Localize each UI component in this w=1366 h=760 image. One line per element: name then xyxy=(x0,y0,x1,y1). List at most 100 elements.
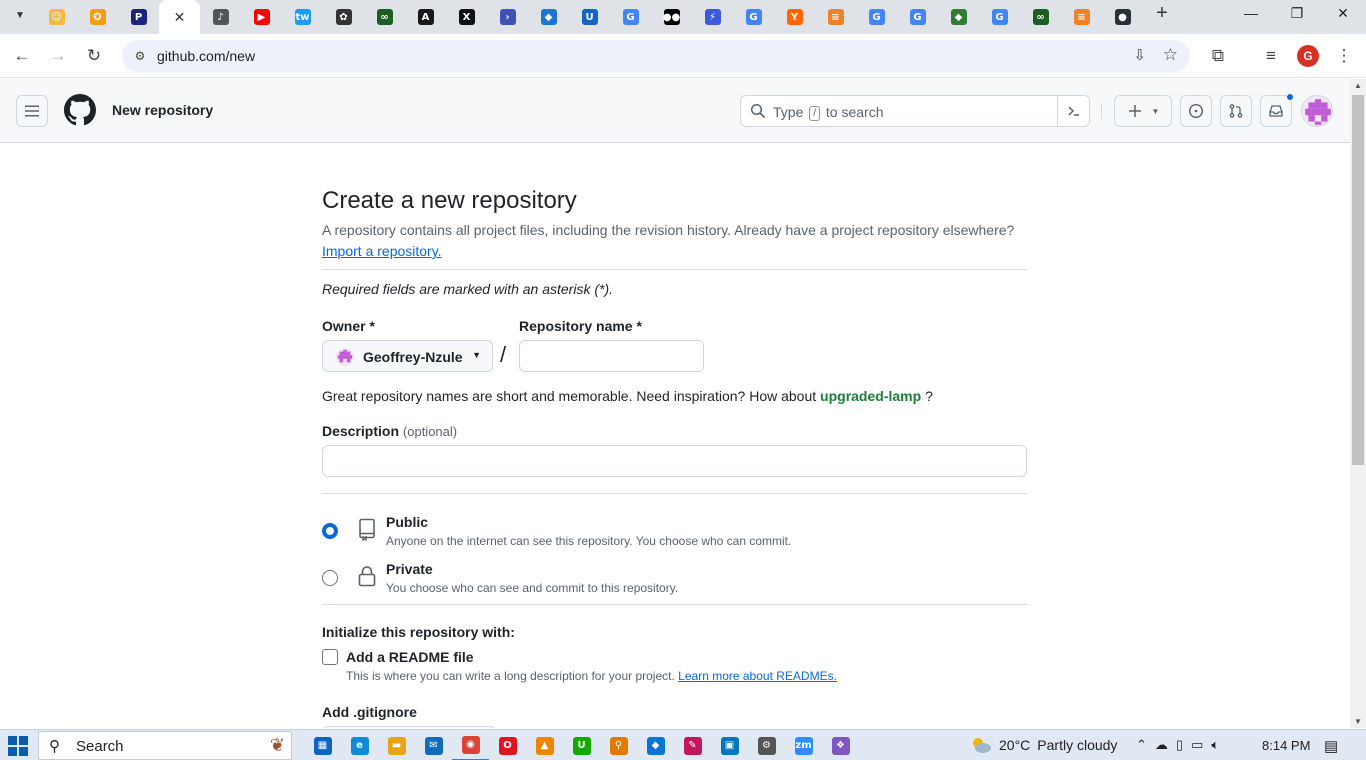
taskbar-app-opera[interactable]: O xyxy=(489,730,526,760)
github-search-input[interactable]: Type / to search xyxy=(740,95,1090,127)
cloud-sync-icon[interactable]: ☁ xyxy=(1155,737,1168,753)
issues-button[interactable] xyxy=(1180,95,1212,127)
taskbar-app-colorful[interactable]: ❖ xyxy=(822,730,859,760)
taskbar-app-edge[interactable]: e xyxy=(341,730,378,760)
tab-github-active[interactable]: ✕ xyxy=(159,0,200,34)
name-suggestion-hint: Great repository names are short and mem… xyxy=(322,388,933,404)
tab-emoji[interactable]: ☺ xyxy=(36,0,77,34)
tab-hashnode-favicon-icon: ◆ xyxy=(950,9,967,25)
close-tab-icon[interactable]: ✕ xyxy=(174,9,186,26)
tab-terminal[interactable]: › xyxy=(487,0,528,34)
close-window-icon[interactable]: ✕ xyxy=(1320,0,1366,26)
tab-x[interactable]: X xyxy=(446,0,487,34)
network-icon[interactable]: ▭ xyxy=(1191,737,1203,753)
back-arrow-icon[interactable]: ← xyxy=(8,42,36,70)
taskbar-app-settings[interactable]: ⚙ xyxy=(748,730,785,760)
tab-search-chevron-icon[interactable]: ▼ xyxy=(6,2,34,28)
tab-google-5[interactable]: G xyxy=(979,0,1020,34)
taskbar-app-zoom[interactable]: zm xyxy=(785,730,822,760)
tab-medium[interactable]: ●● xyxy=(651,0,692,34)
new-tab-plus-icon[interactable]: + xyxy=(1148,0,1176,26)
chrome-menu-icon[interactable]: ⋮ xyxy=(1330,42,1358,70)
bookmark-star-icon[interactable]: ☆ xyxy=(1163,45,1178,65)
taskbar-app-search-tool[interactable]: ⚲ xyxy=(600,730,637,760)
tab-stackoverflow-2[interactable]: ≡ xyxy=(1061,0,1102,34)
scrollbar-thumb[interactable] xyxy=(1352,95,1364,465)
tab-dark-circle[interactable]: ● xyxy=(1102,0,1143,34)
address-bar[interactable]: ⚙ github.com/new ⇩ ☆ xyxy=(122,40,1190,72)
taskbar-app-mail[interactable]: ✉ xyxy=(415,730,452,760)
tab-upwork[interactable]: U xyxy=(569,0,610,34)
learn-more-readmes-link[interactable]: Learn more about READMEs. xyxy=(678,669,837,683)
tab-stackoverflow-1[interactable]: ≡ xyxy=(815,0,856,34)
page-context-title[interactable]: New repository xyxy=(112,102,213,118)
weather-widget[interactable]: 20°C Partly cloudy xyxy=(970,736,1117,754)
tab-vscode[interactable]: ◆ xyxy=(528,0,569,34)
tab-youtube[interactable]: ▶ xyxy=(241,0,282,34)
page-scrollbar[interactable]: ▲ ▼ xyxy=(1350,79,1366,728)
tab-infinity-2[interactable]: ∞ xyxy=(1020,0,1061,34)
taskbar-app-paint[interactable]: ✎ xyxy=(674,730,711,760)
taskbar-app-settings-icon: ⚙ xyxy=(757,736,776,755)
url-text[interactable]: github.com/new xyxy=(157,48,255,64)
divider xyxy=(322,604,1027,605)
notifications-icon[interactable]: ▤ xyxy=(1324,737,1338,755)
chrome-profile-avatar[interactable]: G xyxy=(1297,45,1319,67)
tab-audio[interactable]: ♪ xyxy=(200,0,241,34)
tab-google-3[interactable]: G xyxy=(856,0,897,34)
add-readme-checkbox[interactable] xyxy=(322,649,338,665)
reload-icon[interactable]: ↻ xyxy=(80,42,108,70)
show-hidden-icons-chevron-icon[interactable]: ⌃ xyxy=(1136,737,1147,753)
pull-requests-button[interactable] xyxy=(1220,95,1252,127)
user-avatar[interactable] xyxy=(1301,95,1333,127)
gitignore-template-dropdown[interactable] xyxy=(322,726,496,728)
description-input[interactable] xyxy=(322,445,1027,477)
taskbar-app-store[interactable]: ▦ xyxy=(304,730,341,760)
public-radio[interactable] xyxy=(322,523,338,539)
taskbar-clock[interactable]: 8:14 PM xyxy=(1262,738,1310,753)
github-logo-icon[interactable] xyxy=(64,94,96,126)
caret-down-icon: ▼ xyxy=(1151,106,1160,116)
tab-google-4[interactable]: G xyxy=(897,0,938,34)
windows-start-icon[interactable] xyxy=(8,736,28,756)
site-info-icon[interactable]: ⚙ xyxy=(132,48,148,64)
command-palette-icon[interactable] xyxy=(1057,96,1089,126)
tab-bolt[interactable]: ⚡ xyxy=(692,0,733,34)
tab-google-2[interactable]: G xyxy=(733,0,774,34)
tab-openai[interactable]: ✿ xyxy=(323,0,364,34)
taskbar-app-chrome[interactable]: ◉ xyxy=(452,730,489,760)
taskbar-app-screen[interactable]: ▣ xyxy=(711,730,748,760)
taskbar-app-upwork[interactable]: U xyxy=(563,730,600,760)
tab-infinity[interactable]: ∞ xyxy=(364,0,405,34)
owner-dropdown[interactable]: Geoffrey-Nzule ▼ xyxy=(322,340,493,372)
extensions-puzzle-icon[interactable]: ⧉ xyxy=(1204,42,1232,70)
suggested-name-link[interactable]: upgraded-lamp xyxy=(820,388,921,404)
minimize-icon[interactable]: — xyxy=(1228,0,1274,26)
tab-orange-badge[interactable]: ✪ xyxy=(77,0,118,34)
tab-stackoverflow-2-favicon-icon: ≡ xyxy=(1073,9,1090,25)
taskbar-app-file-explorer[interactable]: ▬ xyxy=(378,730,415,760)
tab-ycombinator[interactable]: Y xyxy=(774,0,815,34)
volume-icon[interactable]: 🔈︎ xyxy=(1211,737,1219,753)
taskbar-app-vscode[interactable]: ◆ xyxy=(637,730,674,760)
media-control-icon[interactable]: ≡ xyxy=(1257,42,1285,70)
tab-tw[interactable]: tw xyxy=(282,0,323,34)
battery-icon[interactable]: ▯ xyxy=(1176,737,1183,753)
tab-google-1[interactable]: G xyxy=(610,0,651,34)
private-radio[interactable] xyxy=(322,570,338,586)
tab-p-logo[interactable]: P xyxy=(118,0,159,34)
taskbar-app-vlc[interactable]: ▲ xyxy=(526,730,563,760)
tab-anthropic[interactable]: A xyxy=(405,0,446,34)
forward-arrow-icon[interactable]: → xyxy=(44,42,72,70)
tab-hashnode[interactable]: ◆ xyxy=(938,0,979,34)
repository-name-input[interactable] xyxy=(519,340,704,372)
restore-icon[interactable]: ❐ xyxy=(1274,0,1320,26)
scroll-down-arrow-icon[interactable]: ▼ xyxy=(1354,717,1362,726)
install-app-icon[interactable]: ⇩ xyxy=(1133,46,1146,64)
import-repository-link[interactable]: Import a repository. xyxy=(322,243,442,259)
scroll-up-arrow-icon[interactable]: ▲ xyxy=(1354,81,1362,90)
create-new-button[interactable]: ▼ xyxy=(1114,95,1172,127)
add-readme-label[interactable]: Add a README file xyxy=(346,649,474,665)
hamburger-menu-icon[interactable] xyxy=(16,95,48,127)
taskbar-search-box[interactable]: ⚲ Search ❦ xyxy=(38,731,292,760)
